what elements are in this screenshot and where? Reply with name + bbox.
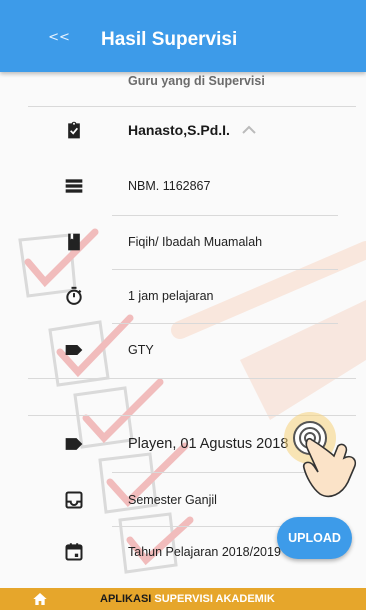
divider bbox=[112, 323, 338, 324]
app-name-part1: APLIKASI bbox=[100, 593, 152, 605]
semester-value: Semester Ganjil bbox=[128, 493, 217, 507]
upload-button[interactable]: UPLOAD bbox=[277, 517, 352, 559]
duration-row: 1 jam pelajaran bbox=[0, 276, 366, 316]
supervision-detail-list: Guru yang di Supervisi Hanasto,S.Pd.I. N… bbox=[0, 72, 366, 588]
app-name: APLIKASI SUPERVISI AKADEMIK bbox=[100, 592, 275, 606]
divider bbox=[112, 215, 338, 216]
page-title: Hasil Supervisi bbox=[101, 29, 238, 50]
tag-icon bbox=[65, 438, 83, 450]
label-icon bbox=[65, 345, 83, 355]
assignment-check-icon bbox=[68, 121, 80, 139]
nbm-row: NBM. 1162867 bbox=[0, 166, 366, 206]
chevron-up-icon[interactable] bbox=[241, 124, 257, 136]
inbox-icon bbox=[65, 491, 83, 509]
status-row: GTY bbox=[0, 330, 366, 370]
app-name-part2: SUPERVISI AKADEMIK bbox=[154, 593, 275, 605]
year-value: Tahun Pelajaran 2018/2019 bbox=[128, 545, 281, 559]
place-date-value: Playen, 01 Agustus 2018 bbox=[128, 436, 289, 452]
home-icon[interactable] bbox=[32, 591, 48, 607]
nbm-value: NBM. 1162867 bbox=[128, 179, 211, 193]
duration-value: 1 jam pelajaran bbox=[128, 289, 214, 303]
tap-hint-hand-icon bbox=[284, 412, 357, 498]
divider bbox=[28, 106, 356, 107]
teacher-name: Hanasto,S.Pd.I. bbox=[128, 122, 230, 138]
subject-value: Fiqih/ Ibadah Muamalah bbox=[128, 235, 263, 249]
list-icon bbox=[65, 179, 83, 193]
divider bbox=[112, 269, 338, 270]
subject-row: Fiqih/ Ibadah Muamalah bbox=[0, 222, 366, 262]
teacher-row[interactable]: Hanasto,S.Pd.I. bbox=[0, 110, 366, 150]
app-bar: << Hasil Supervisi bbox=[0, 0, 366, 72]
timer-icon bbox=[66, 286, 82, 305]
divider bbox=[28, 378, 356, 379]
back-button[interactable]: << bbox=[44, 28, 74, 48]
calendar-icon bbox=[65, 543, 83, 561]
book-icon bbox=[68, 233, 80, 251]
section-label: Guru yang di Supervisi bbox=[128, 74, 265, 88]
bottom-bar: APLIKASI SUPERVISI AKADEMIK bbox=[0, 588, 366, 610]
status-value: GTY bbox=[128, 343, 154, 357]
